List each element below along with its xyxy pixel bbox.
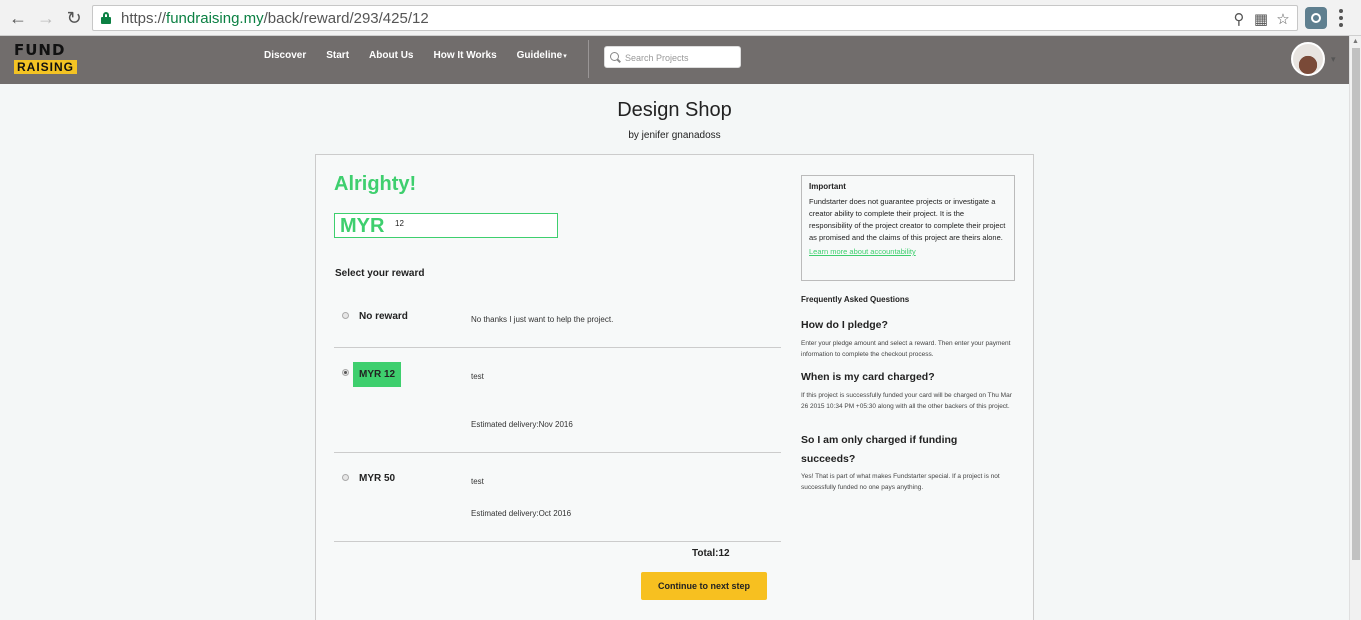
project-title: Design Shop: [617, 99, 732, 121]
menu-icon[interactable]: [1336, 8, 1346, 28]
reward-option-myr12[interactable]: MYR 12 test Estimated delivery:Nov 2016: [334, 348, 781, 453]
pledge-heading: Alrighty!: [334, 173, 417, 195]
url-text[interactable]: https://fundraising.my/back/reward/293/4…: [121, 10, 429, 27]
continue-button[interactable]: Continue to next step: [641, 572, 767, 600]
reward-description: test: [471, 372, 484, 381]
reward-option-myr50[interactable]: MYR 50 test Estimated delivery:Oct 2016: [334, 453, 781, 542]
forward-arrow-icon[interactable]: →: [34, 6, 58, 30]
site-logo[interactable]: FUND RAISING: [14, 42, 78, 78]
faq-question: How do I pledge?: [801, 319, 888, 331]
nav-how-it-works[interactable]: How It Works: [434, 50, 497, 61]
main-nav: Discover Start About Us How It Works Gui…: [264, 50, 587, 61]
important-heading: Important: [809, 182, 846, 191]
pledge-card: Alrighty! MYR 12 Select your reward No r…: [315, 154, 1034, 620]
reward-radio[interactable]: [342, 312, 349, 319]
site-header: FUND RAISING Discover Start About Us How…: [0, 36, 1349, 84]
pledge-currency: MYR: [340, 215, 385, 237]
browser-toolbar: ← → ↻ https://fundraising.my/back/reward…: [0, 0, 1361, 36]
nav-divider: [588, 40, 589, 78]
nav-about-us[interactable]: About Us: [369, 50, 413, 61]
address-bar[interactable]: https://fundraising.my/back/reward/293/4…: [92, 5, 1298, 31]
zoom-icon[interactable]: ⚲: [1229, 9, 1249, 29]
search-input[interactable]: [625, 50, 735, 66]
search-box[interactable]: [604, 46, 741, 68]
faq-answer: If this project is successfully funded y…: [801, 392, 1012, 410]
nav-start[interactable]: Start: [326, 50, 349, 61]
reward-delivery: Estimated delivery:Oct 2016: [471, 509, 572, 518]
back-arrow-icon[interactable]: ←: [6, 6, 30, 30]
extension-icon[interactable]: [1305, 7, 1327, 29]
total-amount: Total:12: [692, 548, 730, 559]
translate-icon[interactable]: ▦: [1251, 9, 1271, 29]
pledge-amount-field[interactable]: MYR 12: [334, 213, 558, 238]
scrollbar[interactable]: ▲: [1349, 36, 1361, 620]
select-reward-label: Select your reward: [335, 268, 425, 279]
reward-delivery: Estimated delivery:Nov 2016: [471, 420, 573, 429]
reward-description: test: [471, 477, 484, 486]
pledge-amount[interactable]: 12: [395, 219, 404, 228]
reward-radio-selected[interactable]: [342, 369, 349, 376]
avatar[interactable]: [1291, 42, 1325, 76]
nav-guideline[interactable]: Guideline: [517, 50, 567, 61]
reward-option-none[interactable]: No reward No thanks I just want to help …: [334, 295, 781, 348]
reward-description: No thanks I just want to help the projec…: [471, 315, 614, 324]
important-text: Fundstarter does not guarantee projects …: [809, 197, 1006, 242]
nav-discover[interactable]: Discover: [264, 50, 306, 61]
accountability-link[interactable]: Learn more about accountability: [809, 247, 1007, 256]
scroll-up-icon[interactable]: ▲: [1352, 38, 1359, 45]
faq-question: So I am only charged if funding succeeds…: [801, 434, 958, 465]
reload-icon[interactable]: ↻: [62, 6, 86, 30]
search-icon: [610, 52, 619, 61]
faq-heading: Frequently Asked Questions: [801, 295, 910, 304]
scrollbar-thumb[interactable]: [1352, 48, 1360, 560]
reward-radio[interactable]: [342, 474, 349, 481]
reward-name: MYR 12: [353, 362, 402, 387]
star-icon[interactable]: ☆: [1273, 9, 1293, 29]
chevron-down-icon[interactable]: ▾: [1331, 54, 1336, 65]
reward-name: No reward: [359, 311, 408, 322]
faq-answer: Enter your pledge amount and select a re…: [801, 340, 1011, 358]
lock-icon: [101, 12, 111, 24]
reward-name: MYR 50: [359, 473, 396, 484]
project-creator: by jenifer gnanadoss: [628, 130, 721, 141]
faq-question: When is my card charged?: [801, 371, 935, 383]
faq-answer: Yes! That is part of what makes Fundstar…: [801, 473, 1000, 491]
important-notice: Important Fundstarter does not guarantee…: [801, 175, 1015, 281]
